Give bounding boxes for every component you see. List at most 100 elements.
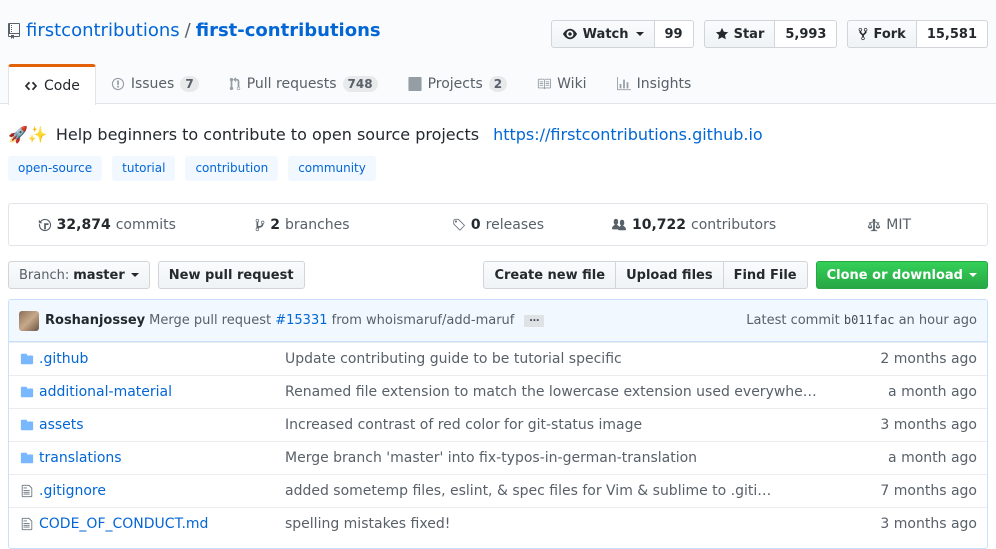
branch-icon — [255, 218, 265, 231]
file-name-link[interactable]: CODE_OF_CONDUCT.md — [39, 516, 285, 532]
file-icon — [19, 483, 35, 499]
topic-tag[interactable]: community — [288, 156, 376, 181]
file-name-link[interactable]: .github — [39, 351, 285, 367]
repo-separator: / — [184, 20, 191, 41]
latest-commit-info: Latest commit b011fac an hour ago — [746, 313, 977, 328]
file-actions-group: Create new file Upload files Find File — [483, 261, 808, 289]
commits-link[interactable]: 32,874 commits — [9, 204, 205, 245]
clone-download-button[interactable]: Clone or download — [815, 261, 988, 289]
file-commit-message[interactable]: Renamed file extension to match the lowe… — [285, 384, 830, 400]
commit-from-text[interactable]: from whoismaruf/add-maruf — [332, 313, 515, 328]
tab-label: Issues — [130, 76, 175, 92]
watch-button[interactable]: Watch — [550, 20, 655, 48]
commit-message: Merge pull request #15331 from whoismaru… — [149, 313, 514, 328]
fork-icon — [859, 27, 868, 41]
law-icon — [868, 218, 881, 231]
file-commit-message[interactable]: added sometemp files, eslint, & spec fil… — [285, 483, 830, 499]
topics-list: open-source tutorial contribution commun… — [8, 156, 376, 181]
file-commit-message[interactable]: spelling mistakes fixed! — [285, 516, 830, 532]
commit-sha[interactable]: b011fac — [844, 313, 895, 327]
tag-icon — [453, 218, 465, 230]
commit-expand-button[interactable]: … — [524, 313, 545, 327]
tab-wiki[interactable]: Wiki — [522, 64, 601, 104]
file-age: a month ago — [888, 384, 977, 400]
file-age: 3 months ago — [880, 417, 977, 433]
numbers-summary: 32,874 commits 2 branches 0 releases 10,… — [8, 203, 988, 246]
pull-request-icon — [229, 77, 240, 91]
tab-issues[interactable]: Issues 7 — [96, 64, 214, 104]
topic-tag[interactable]: contribution — [185, 156, 279, 181]
file-name-link[interactable]: assets — [39, 417, 285, 433]
releases-link[interactable]: 0 releases — [400, 204, 596, 245]
branches-link[interactable]: 2 branches — [205, 204, 401, 245]
license-link[interactable]: MIT — [791, 204, 987, 245]
folder-icon — [19, 417, 35, 433]
file-name-link[interactable]: .gitignore — [39, 483, 285, 499]
clone-label: Clone or download — [826, 267, 963, 283]
branch-select-button[interactable]: Branch: master — [8, 261, 150, 289]
commits-count: 32,874 — [56, 216, 111, 233]
folder-icon — [19, 351, 35, 367]
description-text: Help beginners to contribute to open sou… — [55, 125, 480, 144]
find-file-button[interactable]: Find File — [722, 261, 808, 289]
fork-button[interactable]: Fork — [847, 20, 917, 48]
repo-owner-link[interactable]: firstcontributions — [26, 20, 180, 41]
file-commit-message[interactable]: Update contributing guide to be tutorial… — [285, 351, 830, 367]
tab-pull-requests[interactable]: Pull requests 748 — [214, 64, 393, 104]
projects-counter: 2 — [488, 76, 508, 92]
file-name-link[interactable]: additional-material — [39, 384, 285, 400]
branches-label: branches — [284, 216, 350, 233]
star-button[interactable]: Star — [703, 20, 776, 48]
file-commit-message[interactable]: Increased contrast of red color for git-… — [285, 417, 830, 433]
fork-group: Fork 15,581 — [847, 20, 988, 48]
topic-tag[interactable]: tutorial — [112, 156, 176, 181]
watch-label: Watch — [582, 26, 629, 42]
table-row: CODE_OF_CONDUCT.md spelling mistakes fix… — [9, 507, 987, 540]
commits-label: commits — [115, 216, 176, 233]
description-emoji: 🚀✨ — [8, 125, 48, 144]
tab-label: Projects — [427, 76, 483, 92]
upload-files-button[interactable]: Upload files — [615, 261, 724, 289]
star-label: Star — [733, 26, 765, 42]
commit-pr-link[interactable]: #15331 — [275, 313, 327, 328]
commit-message-text[interactable]: Merge pull request — [149, 313, 271, 328]
file-name-link[interactable]: translations — [39, 450, 285, 466]
fork-count[interactable]: 15,581 — [916, 20, 988, 48]
file-table: Roshanjossey Merge pull request #15331 f… — [8, 299, 988, 549]
table-row: translations Merge branch 'master' into … — [9, 441, 987, 474]
commit-age: an hour ago — [898, 313, 977, 328]
file-nav-right: Create new file Upload files Find File C… — [483, 261, 988, 289]
file-age: a month ago — [888, 450, 977, 466]
commit-author[interactable]: Roshanjossey — [45, 313, 145, 328]
star-count[interactable]: 5,993 — [775, 20, 838, 48]
table-row: .gitignore added sometemp files, eslint,… — [9, 474, 987, 507]
file-commit-message[interactable]: Merge branch 'master' into fix-typos-in-… — [285, 450, 830, 466]
watch-count[interactable]: 99 — [654, 20, 694, 48]
contributors-label: contributors — [691, 216, 777, 233]
tab-code[interactable]: Code — [8, 64, 96, 105]
file-icon — [19, 516, 35, 532]
table-row: .github Update contributing guide to be … — [9, 342, 987, 375]
file-navigation: Branch: master New pull request Create n… — [8, 261, 988, 289]
new-pull-request-button[interactable]: New pull request — [157, 261, 305, 289]
topic-tag[interactable]: open-source — [8, 156, 103, 181]
tab-insights[interactable]: Insights — [602, 64, 707, 104]
eye-icon — [562, 28, 577, 40]
chevron-down-icon — [130, 273, 139, 277]
create-new-file-button[interactable]: Create new file — [483, 261, 617, 289]
contributors-link[interactable]: 10,722 contributors — [596, 204, 792, 245]
issue-icon — [111, 77, 124, 91]
repo-actions: Watch 99 Star 5,993 Fork 15,581 — [550, 20, 988, 48]
repo-name-link[interactable]: first-contributions — [196, 20, 381, 41]
avatar[interactable] — [19, 310, 39, 331]
issues-counter: 7 — [180, 76, 199, 92]
tab-label: Pull requests — [246, 76, 337, 92]
latest-commit-bar: Roshanjossey Merge pull request #15331 f… — [9, 300, 987, 342]
tab-projects[interactable]: Projects 2 — [393, 64, 523, 104]
tab-label: Code — [44, 78, 80, 94]
people-icon — [611, 218, 626, 230]
homepage-link[interactable]: https://firstcontributions.github.io — [493, 125, 763, 144]
folder-icon — [19, 450, 35, 466]
branch-name: master — [73, 267, 125, 283]
file-age: 3 months ago — [880, 516, 977, 532]
